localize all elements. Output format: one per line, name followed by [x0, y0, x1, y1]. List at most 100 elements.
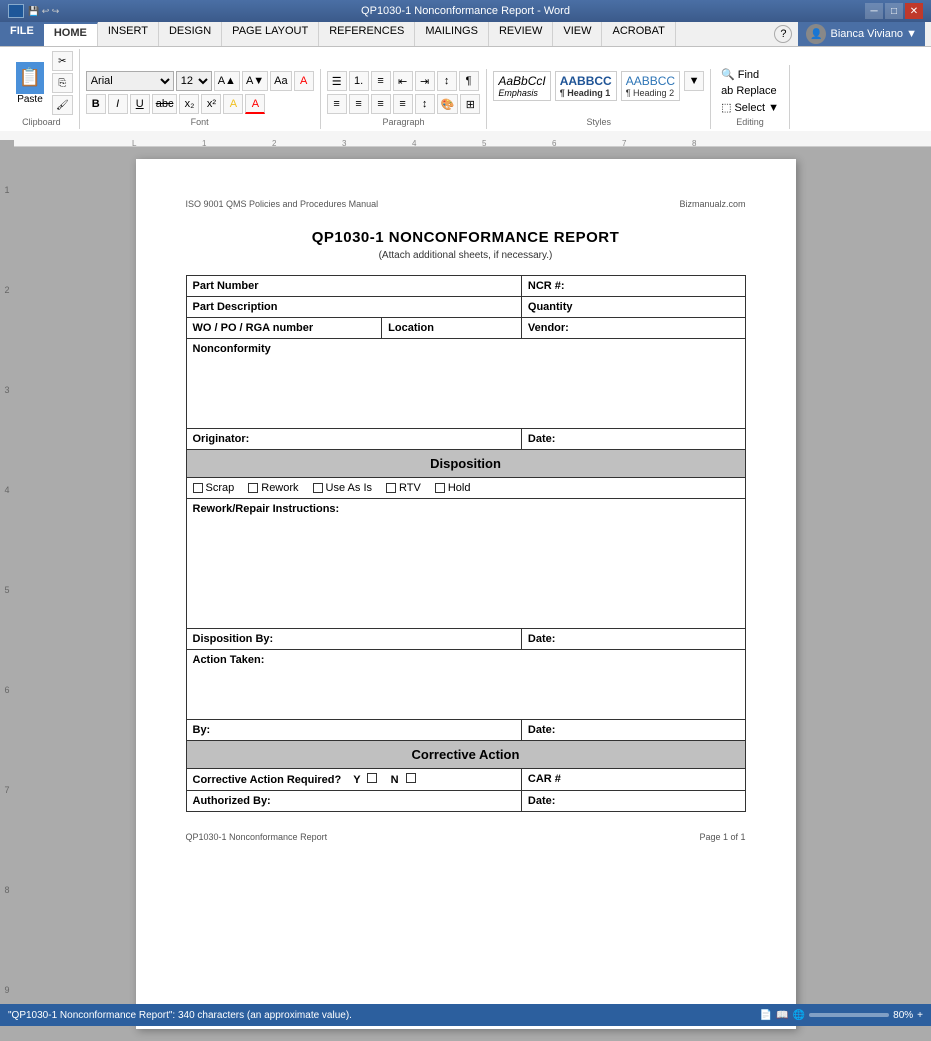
ribbon-tabs: FILE HOME INSERT DESIGN PAGE LAYOUT REFE… [0, 22, 931, 47]
window-title: QP1030-1 Nonconformance Report - Word [361, 5, 570, 17]
use-as-is-checkbox-item: Use As Is [313, 482, 372, 494]
maximize-button[interactable]: □ [885, 3, 903, 19]
cut-button[interactable]: ✂ [52, 51, 73, 71]
title-bar: 💾 ↩ ↪ QP1030-1 Nonconformance Report - W… [0, 0, 931, 22]
font-name-select[interactable]: Arial [86, 71, 174, 91]
wo-label: WO / PO / RGA number [186, 318, 382, 339]
tab-page-layout[interactable]: PAGE LAYOUT [222, 22, 319, 46]
tab-view[interactable]: VIEW [553, 22, 602, 46]
date4-label: Date: [521, 791, 745, 812]
tab-mailings[interactable]: MAILINGS [415, 22, 489, 46]
user-avatar: 👤 [806, 24, 826, 44]
checkboxes-cell: Scrap Rework Use As Is RTV [186, 478, 745, 499]
table-row-checkboxes: Scrap Rework Use As Is RTV [186, 478, 745, 499]
user-account-button[interactable]: 👤 Bianca Viviano ▼ [798, 22, 925, 46]
rework-checkbox[interactable] [248, 483, 258, 493]
tab-insert[interactable]: INSERT [98, 22, 159, 46]
table-row-originator: Originator: Date: [186, 429, 745, 450]
font-label: Font [191, 117, 209, 127]
styles-more-button[interactable]: ▼ [684, 71, 704, 91]
status-info: "QP1030-1 Nonconformance Report": 340 ch… [8, 1010, 352, 1021]
view-web-button[interactable]: 🌐 [793, 1010, 805, 1021]
justify-button[interactable]: ≡ [393, 94, 413, 114]
paste-button[interactable]: 📋 Paste [10, 60, 50, 107]
find-button[interactable]: 🔍 Find [717, 67, 783, 82]
align-center-button[interactable]: ≡ [349, 94, 369, 114]
vendor-label: Vendor: [521, 318, 745, 339]
ncr-form-table: Part Number NCR #: Part Description Quan… [186, 275, 746, 812]
date2-label: Date: [521, 629, 745, 650]
left-margin: 1 2 3 4 5 6 7 8 9 [0, 140, 14, 1040]
sort-button[interactable]: ↕ [437, 71, 457, 91]
italic-button[interactable]: I [108, 94, 128, 114]
tab-review[interactable]: REVIEW [489, 22, 553, 46]
rtv-checkbox[interactable] [386, 483, 396, 493]
zoom-in-button[interactable]: + [917, 1010, 923, 1021]
scrap-checkbox[interactable] [193, 483, 203, 493]
style-emphasis[interactable]: AaBbCcI Emphasis [493, 71, 550, 101]
tab-home[interactable]: HOME [44, 22, 98, 46]
close-button[interactable]: ✕ [905, 3, 923, 19]
table-row-part-desc: Part Description Quantity [186, 297, 745, 318]
zoom-slider[interactable] [809, 1013, 889, 1017]
table-row-corrective-header: Corrective Action [186, 741, 745, 769]
date3-label: Date: [521, 720, 745, 741]
y-checkbox[interactable] [367, 773, 377, 783]
footer-right: Page 1 of 1 [699, 832, 745, 842]
style-heading1[interactable]: AABBCC ¶ Heading 1 [555, 71, 617, 101]
clear-format-button[interactable]: A [294, 71, 314, 91]
align-right-button[interactable]: ≡ [371, 94, 391, 114]
footer-left: QP1030-1 Nonconformance Report [186, 832, 328, 842]
tab-file[interactable]: FILE [0, 22, 44, 46]
shading-button[interactable]: 🎨 [437, 94, 459, 114]
hold-checkbox[interactable] [435, 483, 445, 493]
table-row-action-taken: Action Taken: [186, 650, 745, 720]
tab-references[interactable]: REFERENCES [319, 22, 415, 46]
tab-acrobat[interactable]: ACROBAT [602, 22, 675, 46]
minimize-button[interactable]: ─ [865, 3, 883, 19]
numbering-button[interactable]: 1. [349, 71, 369, 91]
strikethrough-button[interactable]: abc [152, 94, 178, 114]
replace-button[interactable]: ab Replace [717, 84, 783, 98]
view-print-button[interactable]: 📄 [760, 1010, 772, 1021]
corrective-required-cell: Corrective Action Required? Y N [186, 769, 521, 791]
table-row-nonconformity: Nonconformity [186, 339, 745, 429]
subscript-button[interactable]: x₂ [179, 94, 199, 114]
copy-button[interactable]: ⎘ [52, 73, 73, 93]
line-spacing-button[interactable]: ↕ [415, 94, 435, 114]
location-label: Location [382, 318, 522, 339]
align-left-button[interactable]: ≡ [327, 94, 347, 114]
font-controls: Arial 12 A▲ A▼ Aa A B I U abc x₂ x² A A [86, 71, 314, 114]
decrease-indent-button[interactable]: ⇤ [393, 71, 413, 91]
font-size-select[interactable]: 12 [176, 71, 212, 91]
style-heading2[interactable]: AABBCC ¶ Heading 2 [621, 71, 680, 101]
borders-button[interactable]: ⊞ [460, 94, 480, 114]
change-case-button[interactable]: Aa [270, 71, 291, 91]
show-formatting-button[interactable]: ¶ [459, 71, 479, 91]
bullets-button[interactable]: ☰ [327, 71, 347, 91]
ribbon-content: 📋 Paste ✂ ⎘ 🖌 Clipboard Arial 12 A▲ A▼ [0, 47, 931, 131]
underline-button[interactable]: U [130, 94, 150, 114]
increase-indent-button[interactable]: ⇥ [415, 71, 435, 91]
font-row1: Arial 12 A▲ A▼ Aa A [86, 71, 314, 91]
ruler: L 1 2 3 4 5 6 7 8 [0, 131, 931, 147]
use-as-is-checkbox[interactable] [313, 483, 323, 493]
bold-button[interactable]: B [86, 94, 106, 114]
help-button[interactable]: ? [774, 25, 792, 43]
n-checkbox[interactable] [406, 773, 416, 783]
window-controls[interactable]: ─ □ ✕ [865, 3, 923, 19]
format-painter-button[interactable]: 🖌 [52, 95, 73, 115]
view-read-button[interactable]: 📖 [776, 1010, 788, 1021]
use-as-is-label: Use As Is [326, 482, 372, 494]
styles-content: AaBbCcI Emphasis AABBCC ¶ Heading 1 AABB… [493, 71, 704, 101]
text-highlight-button[interactable]: A [223, 94, 243, 114]
font-color-button[interactable]: A [245, 94, 265, 114]
select-button[interactable]: ⬚ Select ▼ [717, 100, 783, 115]
decrease-font-button[interactable]: A▼ [242, 71, 268, 91]
table-row-rework-instructions: Rework/Repair Instructions: [186, 499, 745, 629]
ribbon-group-clipboard: 📋 Paste ✂ ⎘ 🖌 Clipboard [4, 49, 80, 129]
multilevel-button[interactable]: ≡ [371, 71, 391, 91]
superscript-button[interactable]: x² [201, 94, 221, 114]
increase-font-button[interactable]: A▲ [214, 71, 240, 91]
tab-design[interactable]: DESIGN [159, 22, 222, 46]
